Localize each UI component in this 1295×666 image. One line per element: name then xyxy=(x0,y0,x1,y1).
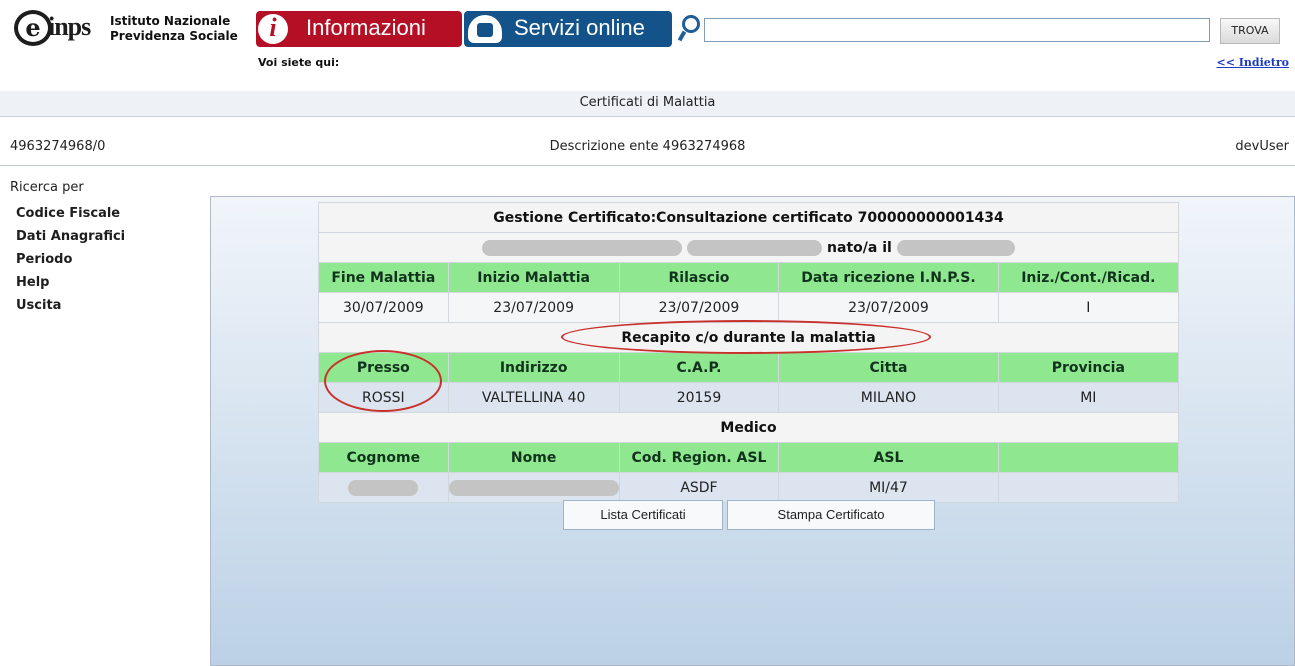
table-cell xyxy=(318,472,449,503)
certificate-title: Gestione Certificato:Consultazione certi… xyxy=(318,202,1179,233)
lista-certificati-button[interactable]: Lista Certificati xyxy=(563,500,723,530)
sidebar-item-periodo[interactable]: Periodo xyxy=(16,248,125,271)
table-cell: I xyxy=(997,292,1180,323)
column-header: Fine Malattia xyxy=(318,262,449,293)
redacted-nome xyxy=(448,479,619,496)
column-header: Indirizzo xyxy=(447,352,620,383)
table-cell xyxy=(447,472,620,503)
birth-label: nato/a il xyxy=(827,239,892,256)
breadcrumb: Voi siete qui: xyxy=(258,56,340,69)
column-header: C.A.P. xyxy=(618,352,780,383)
certificate-table: Gestione Certificato:Consultazione certi… xyxy=(318,202,1180,503)
column-header: Provincia xyxy=(997,352,1180,383)
redacted-surname xyxy=(687,239,823,256)
table-cell: 23/07/2009 xyxy=(618,292,780,323)
logo-text: inps xyxy=(48,12,91,41)
recapito-title: Recapito c/o durante la malattia xyxy=(318,322,1179,353)
redacted-name xyxy=(482,239,683,256)
table-cell: 23/07/2009 xyxy=(778,292,999,323)
medico-title: Medico xyxy=(318,412,1179,443)
sidebar-item-dati-anagrafici[interactable]: Dati Anagrafici xyxy=(16,225,125,248)
sidebar-item-uscita[interactable]: Uscita xyxy=(16,294,125,317)
sidebar-item-codice-fiscale[interactable]: Codice Fiscale xyxy=(16,202,125,225)
table-cell xyxy=(997,472,1180,503)
info-band: 4963274968/0 Descrizione ente 4963274968… xyxy=(0,130,1295,166)
sidebar-heading: Ricerca per xyxy=(10,180,84,195)
column-header: Iniz./Cont./Ricad. xyxy=(997,262,1180,293)
sidebar-item-help[interactable]: Help xyxy=(16,271,125,294)
column-header: Presso xyxy=(318,352,449,383)
column-header: Rilascio xyxy=(618,262,780,293)
institute-line2: Previdenza Sociale xyxy=(110,29,238,43)
table-cell: ROSSI xyxy=(318,382,449,413)
table-cell: MI xyxy=(997,382,1180,413)
tab-servizi-label: Servizi online xyxy=(514,15,645,40)
column-header: Data ricezione I.N.P.S. xyxy=(778,262,999,293)
table-cell: VALTELLINA 40 xyxy=(447,382,620,413)
inps-logo[interactable]: e inps xyxy=(14,10,108,46)
column-header: Citta xyxy=(778,352,999,383)
patient-row: nato/a il xyxy=(318,232,1179,263)
table-cell: 23/07/2009 xyxy=(447,292,620,323)
page-title: Certificati di Malattia xyxy=(0,91,1295,117)
tab-servizi-online[interactable]: Servizi online xyxy=(464,11,672,47)
column-header: Cognome xyxy=(318,442,449,473)
redacted-birthdate xyxy=(896,239,1015,256)
tab-informazioni[interactable]: i Informazioni xyxy=(256,11,462,47)
logo-e-icon: e xyxy=(14,10,52,46)
institute-name: Istituto Nazionale Previdenza Sociale xyxy=(110,14,238,44)
search-button[interactable]: TROVA xyxy=(1220,18,1280,44)
institute-line1: Istituto Nazionale xyxy=(110,14,231,28)
column-header: ASL xyxy=(778,442,999,473)
user-name: devUser xyxy=(1235,139,1289,154)
stampa-certificato-button[interactable]: Stampa Certificato xyxy=(727,500,935,530)
sidebar-menu: Codice Fiscale Dati Anagrafici Periodo H… xyxy=(16,202,125,317)
info-icon: i xyxy=(258,13,288,44)
table-cell: 30/07/2009 xyxy=(318,292,449,323)
back-link[interactable]: << Indietro xyxy=(1217,56,1290,69)
column-header xyxy=(997,442,1180,473)
search-input[interactable] xyxy=(704,18,1210,42)
redacted-cognome xyxy=(348,479,419,496)
search-icon xyxy=(676,12,702,42)
tab-informazioni-label: Informazioni xyxy=(306,15,426,40)
table-cell: MI/47 xyxy=(778,472,999,503)
table-cell: 20159 xyxy=(618,382,780,413)
column-header: Nome xyxy=(447,442,620,473)
column-header: Cod. Region. ASL xyxy=(618,442,780,473)
top-header: e inps Istituto Nazionale Previdenza Soc… xyxy=(0,0,1295,80)
table-cell: MILANO xyxy=(778,382,999,413)
entity-description: Descrizione ente 4963274968 xyxy=(549,139,746,154)
column-header: Inizio Malattia xyxy=(447,262,620,293)
services-lock-icon xyxy=(468,15,502,43)
table-cell: ASDF xyxy=(618,472,780,503)
